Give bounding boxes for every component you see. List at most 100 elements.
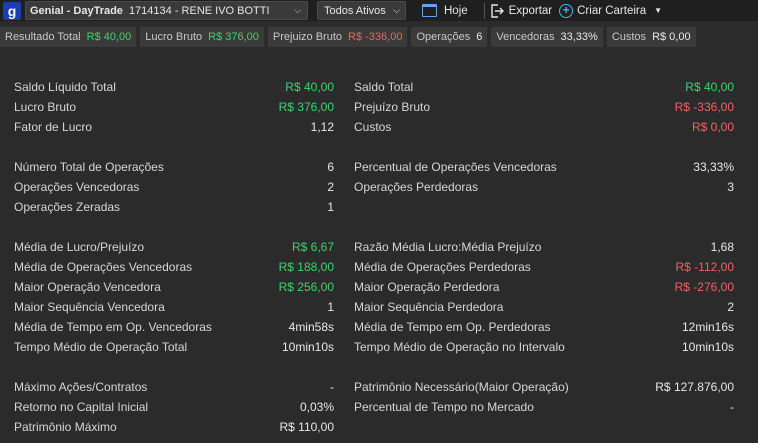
stat-label: Tempo Médio de Operação no Intervalo <box>354 340 565 354</box>
stat-value: 10min10s <box>681 340 734 354</box>
stat-label: Máximo Ações/Contratos <box>14 380 148 394</box>
stat-value: R$ 0,00 <box>691 120 734 134</box>
stat-row: Média de Operações Vencedoras R$ 188,00 <box>14 257 334 277</box>
stat-row: Operações Vencedoras 2 <box>14 177 334 197</box>
stat-label: Operações Perdedoras <box>354 180 479 194</box>
summary-chip: Operações 6 <box>411 27 488 47</box>
stat-label: Patrimônio Máximo <box>14 420 117 434</box>
stat-row: Percentual de Operações Vencedoras 33,33% <box>354 157 734 177</box>
assets-filter-select[interactable]: Todos Ativos ⌵ <box>317 1 406 20</box>
export-label: Exportar <box>508 4 553 17</box>
stat-label: Maior Sequência Perdedora <box>354 300 504 314</box>
caret-down-icon: ▼ <box>654 6 663 15</box>
stat-row: Saldo Total R$ 40,00 <box>354 77 734 97</box>
summary-chip: Vencedoras 33,33% <box>491 27 603 47</box>
summary-bar: Resultado Total R$ 40,00 Lucro Bruto R$ 376… <box>0 27 758 47</box>
stat-label: Maior Operação Perdedora <box>354 280 500 294</box>
summary-chip-value: R$ 40,00 <box>86 31 132 43</box>
stat-value: R$ -112,00 <box>675 260 734 274</box>
stat-row: Média de Tempo em Op. Perdedoras 12min16s <box>354 317 734 337</box>
stat-label: Operações Zeradas <box>14 200 121 214</box>
stat-value: 33,33% <box>693 160 734 174</box>
stat-label: Lucro Bruto <box>14 100 77 114</box>
today-label: Hoje <box>444 4 468 17</box>
stat-value: 2 <box>727 300 734 314</box>
stat-value: R$ 40,00 <box>285 80 334 94</box>
stat-label: Percentual de Operações Vencedoras <box>354 160 557 174</box>
stat-label: Média de Operações Vencedoras <box>14 260 193 274</box>
stat-value: R$ 188,00 <box>278 260 334 274</box>
stat-value: R$ -336,00 <box>674 100 734 114</box>
stat-row: Máximo Ações/Contratos - <box>14 377 334 397</box>
stat-row: Maior Sequência Vencedora 1 <box>14 297 334 317</box>
summary-chip-value: 6 <box>476 31 483 43</box>
stat-value: 1,68 <box>710 240 734 254</box>
create-portfolio-label: Criar Carteira <box>577 4 647 17</box>
stat-label: Média de Tempo em Op. Perdedoras <box>354 320 551 334</box>
stat-label: Saldo Líquido Total <box>14 80 116 94</box>
stat-label: Patrimônio Necessário(Maior Operação) <box>354 380 569 394</box>
stat-label: Média de Operações Perdedoras <box>354 260 531 274</box>
stat-value: 2 <box>327 180 334 194</box>
stat-row: Maior Operação Perdedora R$ -276,00 <box>354 277 734 297</box>
summary-chip-value: R$ 376,00 <box>208 31 259 43</box>
summary-chip-label: Vencedoras <box>496 31 555 43</box>
summary-chip: Lucro Bruto R$ 376,00 <box>140 27 264 47</box>
stat-value: R$ 127.876,00 <box>655 380 734 394</box>
summary-chip: Custos R$ 0,00 <box>606 27 696 47</box>
summary-chip-value: R$ -336,00 <box>348 31 403 43</box>
summary-chip-label: Custos <box>611 31 647 43</box>
stat-row: Retorno no Capital Inicial 0,03% <box>14 397 334 417</box>
stat-value: - <box>330 380 334 394</box>
stat-row: Média de Tempo em Op. Vencedoras 4min58s <box>14 317 334 337</box>
stat-row: Patrimônio Máximo R$ 110,00 <box>14 417 334 437</box>
stat-value: R$ 256,00 <box>278 280 334 294</box>
account-id: 1714134 - RENE IVO BOTTI <box>128 4 270 17</box>
stat-value: 1 <box>327 200 334 214</box>
top-toolbar: g Genial - DayTrade 1714134 - RENE IVO B… <box>0 0 758 21</box>
stat-value: 0,03% <box>299 400 334 414</box>
stat-label: Operações Vencedoras <box>14 180 140 194</box>
stat-label: Média de Tempo em Op. Vencedoras <box>14 320 212 334</box>
account-select[interactable]: Genial - DayTrade 1714134 - RENE IVO BOT… <box>25 1 308 20</box>
account-broker: Genial - DayTrade <box>30 4 123 17</box>
stat-value: R$ 110,00 <box>279 420 335 434</box>
stat-row: Prejuízo Bruto R$ -336,00 <box>354 97 734 117</box>
calendar-icon <box>422 4 437 17</box>
stat-value: 12min16s <box>681 320 734 334</box>
stat-row: Custos R$ 0,00 <box>354 117 734 137</box>
stat-label: Número Total de Operações <box>14 160 164 174</box>
chevron-down-icon: ⌵ <box>294 5 301 15</box>
genial-logo-icon: g <box>3 1 21 20</box>
stat-value: R$ -276,00 <box>674 280 734 294</box>
stat-row: Média de Lucro/Prejuízo R$ 6,67 <box>14 237 334 257</box>
summary-chip-label: Resultado Total <box>5 31 81 43</box>
toolbar-divider <box>483 2 485 19</box>
stat-label: Prejuízo Bruto <box>354 100 431 114</box>
stat-value: 1,12 <box>310 120 334 134</box>
stat-row: Razão Média Lucro:Média Prejuízo 1,68 <box>354 237 734 257</box>
stat-row: Percentual de Tempo no Mercado - <box>354 397 734 417</box>
stat-row: Saldo Líquido Total R$ 40,00 <box>14 77 334 97</box>
stat-value: R$ 40,00 <box>685 80 734 94</box>
export-icon <box>490 3 504 18</box>
stat-value: R$ 6,67 <box>291 240 334 254</box>
stat-label: Retorno no Capital Inicial <box>14 400 149 414</box>
summary-chip-value: 33,33% <box>560 31 598 43</box>
create-portfolio-button[interactable]: + Criar Carteira ▼ <box>559 1 662 20</box>
stat-value: 4min58s <box>288 320 334 334</box>
stat-value: - <box>730 400 734 414</box>
stat-row: Patrimônio Necessário(Maior Operação) R$ … <box>354 377 734 397</box>
summary-chip-value: R$ 0,00 <box>652 31 691 43</box>
stat-label: Maior Sequência Vencedora <box>14 300 165 314</box>
stat-row: Número Total de Operações 6 <box>14 157 334 177</box>
stat-value: 10min10s <box>281 340 334 354</box>
stat-label: Razão Média Lucro:Média Prejuízo <box>354 240 542 254</box>
stat-row: Média de Operações Perdedoras R$ -112,00 <box>354 257 734 277</box>
stat-label: Custos <box>354 120 392 134</box>
export-button[interactable]: Exportar <box>490 1 552 20</box>
stat-row: Lucro Bruto R$ 376,00 <box>14 97 334 117</box>
summary-chip: Resultado Total R$ 40,00 <box>0 27 137 47</box>
today-button[interactable]: Hoje <box>422 1 468 20</box>
stat-label: Maior Operação Vencedora <box>14 280 161 294</box>
